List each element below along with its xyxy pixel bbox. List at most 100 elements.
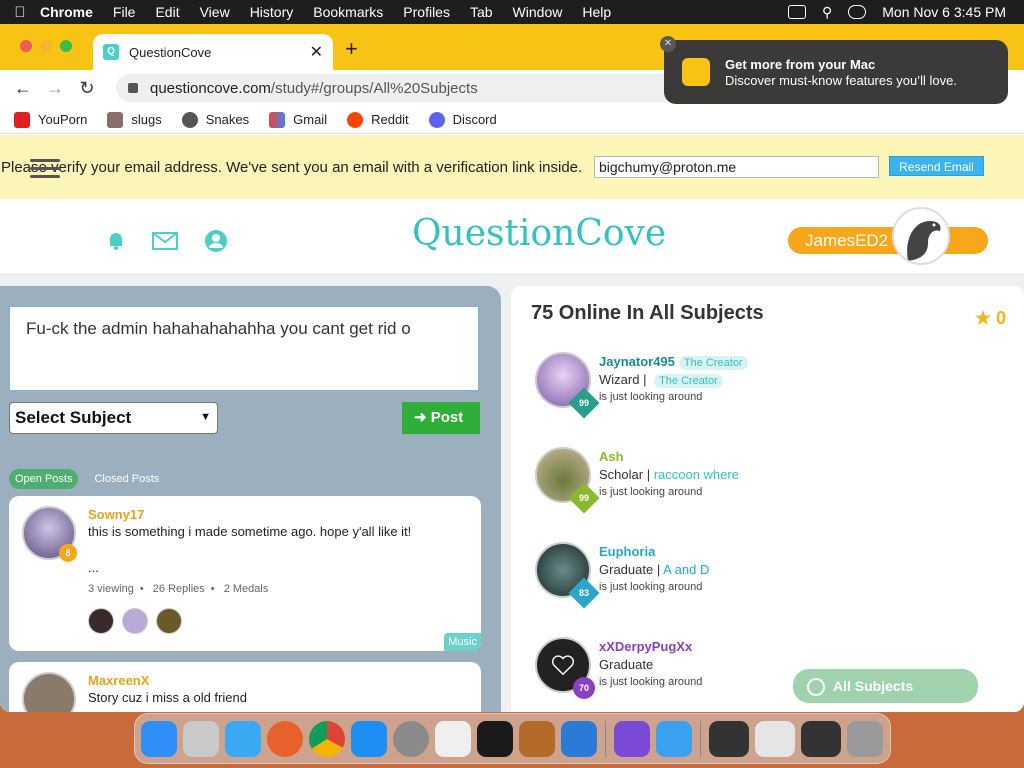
forward-arrow-icon[interactable]: → bbox=[44, 78, 66, 99]
level-badge: 70 bbox=[573, 677, 595, 699]
minimize-window-button[interactable] bbox=[40, 40, 52, 52]
mail-icon[interactable] bbox=[152, 232, 178, 250]
browser-tab-active[interactable]: Q QuestionCove ✕ bbox=[93, 34, 333, 70]
infinity-icon bbox=[807, 678, 825, 696]
menu-history[interactable]: History bbox=[250, 4, 294, 20]
textedit-icon[interactable] bbox=[435, 720, 471, 757]
subject-select-value: Select Subject bbox=[15, 408, 132, 427]
user-avatar[interactable] bbox=[892, 207, 950, 265]
app-store-icon[interactable] bbox=[351, 720, 387, 757]
youtube-icon bbox=[14, 111, 30, 128]
online-user-row[interactable]: 99 Jaynator495 The Creator Wizard | The C… bbox=[535, 352, 835, 422]
resend-email-button[interactable]: Resend Email bbox=[889, 156, 984, 176]
bookmark-reddit[interactable]: Reddit bbox=[347, 111, 409, 128]
control-center-icon[interactable] bbox=[848, 5, 867, 19]
all-subjects-button[interactable]: All Subjects bbox=[793, 669, 978, 703]
post-button[interactable]: ➜ Post bbox=[402, 402, 480, 434]
online-username[interactable]: xXDerpyPugXx bbox=[599, 639, 692, 654]
all-subjects-label: All Subjects bbox=[833, 678, 914, 694]
online-username[interactable]: Ash bbox=[599, 449, 624, 464]
online-user-row[interactable]: 70 xXDerpyPugXx Graduate is just looking… bbox=[535, 637, 835, 707]
medal-icon: ★ bbox=[974, 308, 991, 328]
online-user-row[interactable]: 83 Euphoria Graduate | A and D is just l… bbox=[535, 542, 835, 612]
bookmark-snakes[interactable]: Snakes bbox=[181, 111, 249, 128]
menu-bookmarks[interactable]: Bookmarks bbox=[313, 4, 383, 20]
recent-window-thumbnail[interactable] bbox=[709, 720, 749, 757]
close-tab-icon[interactable]: ✕ bbox=[310, 42, 323, 62]
bell-icon[interactable] bbox=[104, 229, 128, 251]
menubar-clock[interactable]: Mon Nov 6 3:45 PM bbox=[882, 4, 1006, 20]
apple-icon[interactable]:  bbox=[0, 4, 40, 21]
close-icon[interactable]: ✕ bbox=[660, 36, 676, 52]
online-users-panel: 75 Online In All Subjects ★ 0 99 Jaynato… bbox=[511, 286, 1024, 712]
post-card[interactable]: MaxreenX Story cuz i miss a old friend bbox=[9, 662, 481, 712]
reddit-icon bbox=[347, 111, 364, 128]
participant-avatar[interactable] bbox=[88, 608, 114, 634]
menu-window[interactable]: Window bbox=[513, 4, 563, 20]
viewing-count: 3 viewing bbox=[88, 583, 134, 595]
url-host: questioncove.com bbox=[150, 79, 271, 97]
spotlight-search-icon[interactable]: ⚲ bbox=[822, 4, 832, 21]
tab-open-posts[interactable]: Open Posts bbox=[9, 469, 79, 489]
chevron-down-icon: ▼ bbox=[200, 411, 211, 423]
post-text: Story cuz i miss a old friend bbox=[88, 690, 247, 705]
question-textarea[interactable]: Fu-ck the admin hahahahahahha you cant g… bbox=[9, 306, 479, 391]
bookmark-gmail[interactable]: Gmail bbox=[269, 111, 327, 128]
screen-mirroring-icon[interactable] bbox=[788, 5, 806, 19]
address-bar[interactable]: questioncove.com /study#/groups/All%20Su… bbox=[116, 74, 676, 102]
trash-icon[interactable] bbox=[847, 720, 883, 757]
firefox-icon[interactable] bbox=[267, 720, 303, 757]
lock-icon[interactable] bbox=[128, 83, 138, 93]
new-tab-icon[interactable]: + bbox=[345, 36, 358, 62]
terminal-icon[interactable] bbox=[477, 720, 513, 757]
online-username[interactable]: Jaynator495 The Creator bbox=[599, 354, 748, 370]
menu-view[interactable]: View bbox=[200, 4, 230, 20]
bookmark-discord[interactable]: Discord bbox=[428, 111, 497, 128]
online-user-row[interactable]: 99 Ash Scholar | raccoon where is just l… bbox=[535, 447, 835, 517]
window-controls bbox=[20, 40, 72, 52]
notification-body: Discover must-know features you’ll love. bbox=[725, 73, 957, 88]
macos-notification[interactable]: ✕ Get more from your Mac Discover must-k… bbox=[660, 36, 1008, 104]
subject-tag[interactable]: Music bbox=[444, 633, 481, 651]
vscode-icon[interactable] bbox=[561, 720, 597, 757]
launchpad-icon[interactable] bbox=[183, 720, 219, 757]
questioncove-logo[interactable]: QuestionCove bbox=[412, 213, 666, 254]
tab-closed-posts[interactable]: Closed Posts bbox=[88, 469, 165, 489]
weather-icon[interactable] bbox=[656, 720, 692, 757]
online-username[interactable]: Euphoria bbox=[599, 544, 655, 559]
close-window-button[interactable] bbox=[20, 40, 32, 52]
recent-window-thumbnail[interactable] bbox=[801, 720, 841, 757]
user-menu-pill[interactable]: JamesED2 bbox=[788, 227, 988, 254]
chrome-icon[interactable] bbox=[309, 720, 345, 757]
slug-image-icon bbox=[107, 111, 124, 128]
menu-file[interactable]: File bbox=[113, 4, 136, 20]
back-arrow-icon[interactable]: ← bbox=[12, 78, 34, 99]
garageband-icon[interactable] bbox=[519, 720, 555, 757]
user-profile-icon[interactable] bbox=[204, 229, 228, 253]
zoom-window-button[interactable] bbox=[60, 40, 72, 52]
post-card[interactable]: 8 Sowny17 this is something i made somet… bbox=[9, 496, 481, 651]
reload-icon[interactable]: ↻ bbox=[76, 78, 98, 99]
post-author[interactable]: Sowny17 bbox=[88, 507, 144, 522]
bookmarks-bar: YouPorn slugs Snakes Gmail Reddit Discor… bbox=[0, 106, 1024, 134]
menu-help[interactable]: Help bbox=[582, 4, 611, 20]
subject-select[interactable]: Select Subject ▼ bbox=[9, 402, 218, 434]
email-field[interactable]: bigchumy@proton.me bbox=[594, 156, 879, 178]
participant-avatar[interactable] bbox=[156, 608, 182, 634]
participant-avatar[interactable] bbox=[122, 608, 148, 634]
questioncove-favicon-icon: Q bbox=[103, 44, 119, 60]
menu-app-name[interactable]: Chrome bbox=[40, 4, 93, 20]
bookmark-slugs[interactable]: slugs bbox=[107, 111, 162, 128]
menu-profiles[interactable]: Profiles bbox=[403, 4, 450, 20]
post-author[interactable]: MaxreenX bbox=[88, 673, 149, 688]
author-avatar[interactable] bbox=[22, 672, 76, 712]
recent-window-thumbnail[interactable] bbox=[755, 720, 795, 757]
hamburger-menu-icon[interactable] bbox=[30, 159, 60, 181]
system-settings-icon[interactable] bbox=[393, 720, 429, 757]
bookmark-youporn[interactable]: YouPorn bbox=[14, 111, 87, 128]
menu-edit[interactable]: Edit bbox=[155, 4, 179, 20]
safari-icon[interactable] bbox=[225, 720, 261, 757]
finder-icon[interactable] bbox=[141, 720, 177, 757]
visual-studio-icon[interactable] bbox=[614, 720, 650, 757]
menu-tab[interactable]: Tab bbox=[470, 4, 493, 20]
